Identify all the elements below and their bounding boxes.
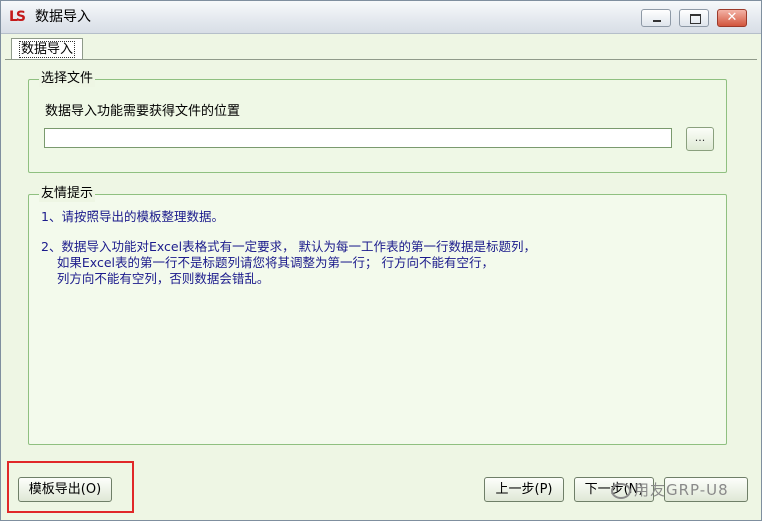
close-button[interactable]: ✕	[717, 9, 747, 27]
maximize-button[interactable]	[679, 9, 709, 27]
tab-data-import[interactable]: 数据导入	[11, 38, 83, 59]
app-logo: LS	[9, 9, 26, 25]
select-file-group: 选择文件 数据导入功能需要获得文件的位置 ...	[28, 71, 727, 173]
close-icon: ✕	[726, 10, 738, 25]
tab-divider	[5, 59, 757, 60]
tips-legend: 友情提示	[39, 186, 96, 202]
prev-step-button[interactable]: 上一步(P)	[484, 477, 564, 502]
tip-item-1: 1、请按照导出的模板整理数据。	[41, 209, 224, 224]
maximize-icon	[690, 14, 701, 24]
select-file-legend: 选择文件	[39, 71, 96, 87]
minimize-icon	[653, 20, 661, 22]
import-window: LS 数据导入 ✕ 数据导入 选择文件 数据导入功能需要获得文件的位置 ... …	[0, 0, 762, 521]
watermark: 用友GRP-U8	[611, 479, 729, 500]
select-file-description: 数据导入功能需要获得文件的位置	[45, 104, 241, 119]
file-path-input[interactable]	[44, 128, 672, 148]
tab-label: 数据导入	[18, 41, 75, 58]
tips-group: 友情提示 1、请按照导出的模板整理数据。 2、数据导入功能对Excel表格式有一…	[28, 186, 727, 445]
tip-item-2: 2、数据导入功能对Excel表格式有一定要求， 默认为每一工作表的第一行数据是标…	[41, 239, 537, 286]
browse-button[interactable]: ...	[686, 127, 714, 151]
minimize-button[interactable]	[641, 9, 671, 27]
wechat-icon	[611, 482, 631, 499]
watermark-text: 用友GRP-U8	[634, 481, 729, 499]
highlight-box	[7, 461, 134, 513]
title-bar[interactable]: LS 数据导入 ✕	[1, 1, 761, 34]
window-title: 数据导入	[35, 9, 91, 25]
